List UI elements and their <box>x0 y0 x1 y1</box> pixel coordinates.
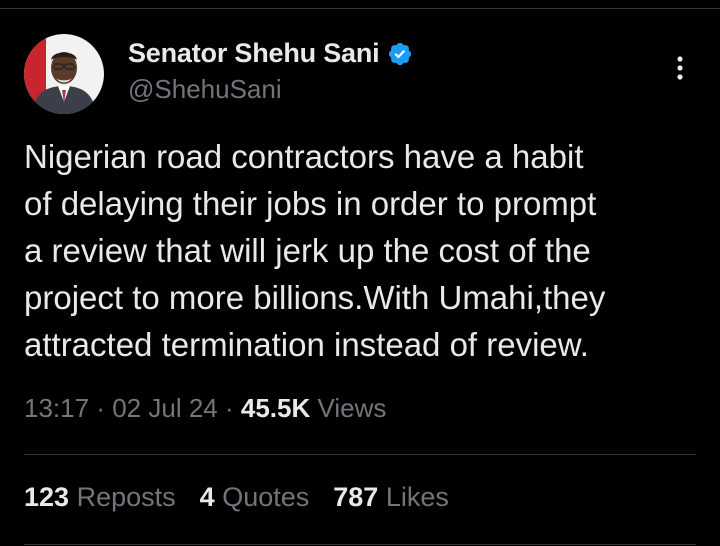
tweet-meta: 13:17 · 02 Jul 24 · 45.5K Views <box>24 393 386 424</box>
quotes-stat[interactable]: 4 Quotes <box>200 482 310 513</box>
author-handle[interactable]: @ShehuSani <box>128 74 282 105</box>
meta-separator: · <box>224 393 234 423</box>
views-count: 45.5K <box>240 393 311 423</box>
author-name-row: Senator Shehu Sani <box>128 38 413 69</box>
engagement-stats: 123 Reposts 4 Quotes 787 Likes <box>24 482 473 513</box>
author-display-name[interactable]: Senator Shehu Sani <box>128 38 380 69</box>
divider <box>24 454 696 455</box>
tweet-text: Nigerian road contractors have a habit o… <box>24 138 606 363</box>
meta-separator: · <box>96 393 105 423</box>
divider <box>24 544 696 545</box>
top-divider <box>0 8 720 9</box>
more-options-icon[interactable] <box>668 50 692 86</box>
avatar[interactable] <box>24 34 104 114</box>
views-label: Views <box>317 393 387 423</box>
tweet-date[interactable]: 02 Jul 24 <box>112 393 218 423</box>
reposts-label: Reposts <box>76 482 176 512</box>
tweet-time[interactable]: 13:17 <box>24 393 89 423</box>
verified-badge-icon[interactable] <box>387 41 413 67</box>
quotes-label: Quotes <box>222 482 310 512</box>
profile-photo <box>24 34 104 114</box>
likes-count: 787 <box>333 482 379 512</box>
likes-label: Likes <box>385 482 449 512</box>
quotes-count: 4 <box>199 482 215 512</box>
likes-stat[interactable]: 787 Likes <box>333 482 449 513</box>
reposts-count: 123 <box>24 482 70 512</box>
reposts-stat[interactable]: 123 Reposts <box>24 482 176 513</box>
